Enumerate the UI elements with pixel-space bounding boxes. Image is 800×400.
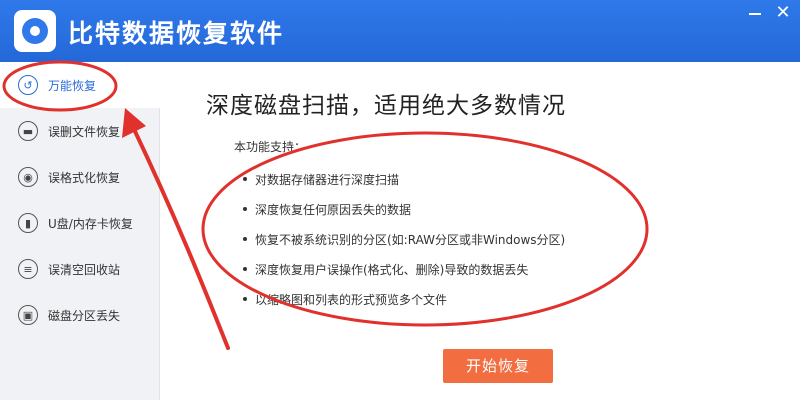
app-logo-icon <box>14 10 56 52</box>
trash-icon: ≡ <box>18 259 38 279</box>
list-item: 深度恢复任何原因丢失的数据 <box>243 194 565 224</box>
minimize-button[interactable] <box>744 4 766 22</box>
feature-text: 深度恢复用户误操作(格式化、删除)导致的数据丢失 <box>255 262 529 277</box>
bullet-icon <box>243 207 247 211</box>
feature-text: 深度恢复任何原因丢失的数据 <box>255 202 412 217</box>
bullet-icon <box>243 267 247 271</box>
sidebar-item-recycle-bin[interactable]: ≡ 误清空回收站 <box>0 246 160 292</box>
close-button[interactable]: ✕ <box>772 4 794 22</box>
folder-icon: ▬ <box>18 121 38 141</box>
feature-list: 对数据存储器进行深度扫描 深度恢复任何原因丢失的数据 恢复不被系统识别的分区(如… <box>243 164 565 314</box>
list-item: 对数据存储器进行深度扫描 <box>243 164 565 194</box>
support-label: 本功能支持： <box>234 140 307 154</box>
list-item: 深度恢复用户误操作(格式化、删除)导致的数据丢失 <box>243 254 565 284</box>
sidebar-item-universal-recovery[interactable]: ↺ 万能恢复 <box>0 62 160 108</box>
sidebar-item-label: 磁盘分区丢失 <box>48 308 121 323</box>
list-item: 恢复不被系统识别的分区(如:RAW分区或非Windows分区) <box>243 224 565 254</box>
sidebar-item-label: 误清空回收站 <box>48 262 121 277</box>
feature-text: 以缩略图和列表的形式预览多个文件 <box>255 292 448 307</box>
sidebar-item-label: U盘/内存卡恢复 <box>48 216 133 231</box>
sidebar-item-formatted[interactable]: ◉ 误格式化恢复 <box>0 154 160 200</box>
usb-icon: ▮ <box>18 213 38 233</box>
page-title: 深度磁盘扫描，适用绝大多数情况 <box>206 93 566 119</box>
sidebar-item-deleted-files[interactable]: ▬ 误删文件恢复 <box>0 108 160 154</box>
format-icon: ◉ <box>18 167 38 187</box>
sidebar-item-label: 误格式化恢复 <box>48 170 121 185</box>
list-item: 以缩略图和列表的形式预览多个文件 <box>243 284 565 314</box>
bullet-icon <box>243 177 247 181</box>
main-panel: 深度磁盘扫描，适用绝大多数情况 本功能支持： 对数据存储器进行深度扫描 深度恢复… <box>161 62 800 400</box>
sidebar: ↺ 万能恢复 ▬ 误删文件恢复 ◉ 误格式化恢复 ▮ U盘/内存卡恢复 ≡ 误清… <box>0 62 160 400</box>
bullet-icon <box>243 297 247 301</box>
sidebar-item-usb-card[interactable]: ▮ U盘/内存卡恢复 <box>0 200 160 246</box>
start-recovery-button[interactable]: 开始恢复 <box>443 349 553 383</box>
sidebar-item-partition-lost[interactable]: ▣ 磁盘分区丢失 <box>0 292 160 338</box>
title-bar: 比特数据恢复软件 ✕ <box>0 0 800 62</box>
feature-text: 对数据存储器进行深度扫描 <box>255 172 400 187</box>
sidebar-item-label: 万能恢复 <box>48 78 97 93</box>
bullet-icon <box>243 237 247 241</box>
app-title: 比特数据恢复软件 <box>68 19 285 48</box>
restore-icon: ↺ <box>18 75 38 95</box>
disk-icon: ▣ <box>18 305 38 325</box>
sidebar-item-label: 误删文件恢复 <box>48 124 121 139</box>
feature-text: 恢复不被系统识别的分区(如:RAW分区或非Windows分区) <box>255 232 566 247</box>
